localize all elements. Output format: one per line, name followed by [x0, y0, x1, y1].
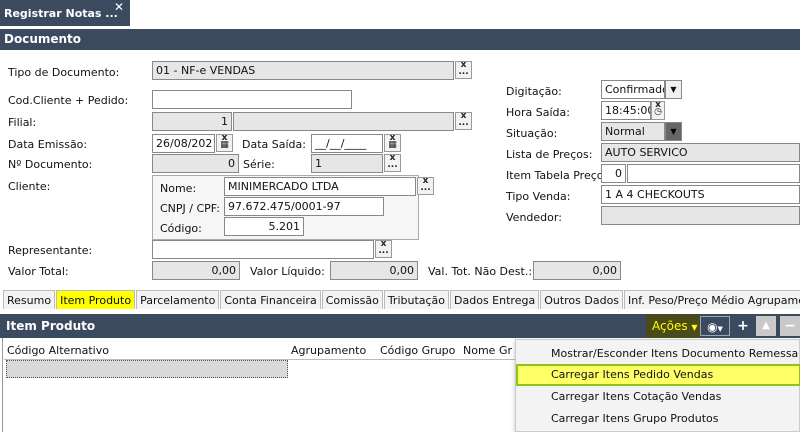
tab-dados-entrega[interactable]: Dados Entrega — [450, 290, 540, 309]
vendedor-label: Vendedor: — [506, 211, 562, 224]
representante-label: Representante: — [8, 244, 93, 257]
filial-name-field — [233, 112, 454, 131]
acoes-button[interactable]: Ações ▼ — [646, 314, 700, 338]
chevron-down-icon[interactable]: ▼ — [665, 80, 682, 99]
n-documento-field[interactable]: 0 — [152, 154, 239, 173]
serie-lookup-button[interactable]: x... — [384, 154, 401, 172]
cod-cliente-label: Cod.Cliente + Pedido: — [8, 94, 129, 107]
grid-border — [2, 338, 3, 432]
valor-total-field: 0,00 — [152, 261, 240, 280]
tipo-documento-label: Tipo de Documento: — [8, 66, 120, 79]
digitacao-label: Digitação: — [506, 85, 562, 98]
clock-icon: ◷ — [654, 107, 662, 117]
chevron-down-icon: ▼ — [717, 325, 723, 333]
hora-saida-input[interactable]: 18:45:00 — [601, 101, 651, 120]
codigo-label: Código: — [160, 222, 202, 235]
column-header[interactable]: Nome Gr — [463, 344, 513, 357]
cliente-label: Cliente: — [8, 180, 51, 193]
tipo-venda-field[interactable]: 1 A 4 CHECKOUTS — [601, 185, 800, 204]
nome-lookup-button[interactable]: x... — [417, 177, 434, 195]
nome-label: Nome: — [160, 182, 197, 195]
move-up-icon[interactable]: ▲ — [756, 316, 776, 336]
tab-item-produto[interactable]: Item Produto — [56, 290, 136, 309]
data-emissao-label: Data Emissão: — [8, 138, 88, 151]
view-options-button[interactable]: ◉▼ — [700, 316, 730, 336]
representante-input[interactable] — [152, 240, 374, 259]
eye-icon: ◉ — [707, 320, 718, 334]
item-tabela-desc — [627, 164, 800, 183]
calendar-icon: ▦ — [388, 140, 397, 150]
situacao-label: Situação: — [506, 127, 558, 140]
data-emissao-input[interactable]: 26/08/2021 — [152, 134, 215, 153]
tab-strip: Resumo Item Produto Parcelamento Conta F… — [3, 290, 800, 309]
calendar-button[interactable]: x ▦ — [384, 134, 401, 152]
tab-parcelamento[interactable]: Parcelamento — [136, 290, 220, 309]
data-saida-input[interactable]: __/__/____ — [311, 134, 383, 153]
cod-cliente-input[interactable] — [152, 90, 352, 109]
close-icon[interactable]: ✕ — [114, 0, 130, 14]
more-icon: ... — [378, 246, 389, 256]
valor-total-label: Valor Total: — [8, 265, 69, 278]
valor-liquido-field: 0,00 — [330, 261, 418, 280]
more-icon: ... — [458, 118, 469, 128]
cnpj-label: CNPJ / CPF: — [160, 202, 220, 215]
tipo-documento-field[interactable]: 01 - NF-e VENDAS — [152, 61, 454, 80]
calendar-button[interactable]: x ▦ — [216, 134, 233, 152]
menu-item-carregar-pedido[interactable]: Carregar Itens Pedido Vendas — [516, 364, 800, 386]
serie-label: Série: — [243, 158, 275, 171]
more-icon: ... — [387, 160, 398, 170]
representante-lookup-button[interactable]: x... — [375, 240, 392, 258]
tab-tributacao[interactable]: Tributação — [383, 290, 450, 309]
cnpj-input[interactable]: 97.672.475/0001-97 — [224, 197, 384, 216]
acoes-menu: Mostrar/Esconder Itens Documento Remessa… — [515, 339, 800, 432]
column-header[interactable]: Código Grupo — [380, 344, 455, 357]
window-tab[interactable]: Registrar Notas ... — [0, 0, 130, 26]
window-tab-title: Registrar Notas ... — [4, 7, 118, 20]
menu-item-carregar-grupo[interactable]: Carregar Itens Grupo Produtos — [516, 408, 800, 430]
section-header: Documento — [0, 29, 800, 50]
tab-comissao[interactable]: Comissão — [321, 290, 383, 309]
hora-saida-label: Hora Saída: — [506, 106, 570, 119]
tab-conta-financeira[interactable]: Conta Financeira — [220, 290, 321, 309]
filial-label: Filial: — [8, 116, 37, 129]
lista-precos-field[interactable]: AUTO SERVICO — [601, 143, 800, 162]
digitacao-select[interactable]: Confirmado — [601, 80, 665, 99]
lookup-button[interactable]: x... — [455, 61, 472, 79]
calendar-icon: ▦ — [220, 140, 229, 150]
tab-outros-dados[interactable]: Outros Dados — [540, 290, 624, 309]
nome-input[interactable]: MINIMERCADO LTDA — [224, 177, 416, 196]
column-header[interactable]: Agrupamento — [291, 344, 366, 357]
valor-nao-dest-field: 0,00 — [533, 261, 621, 280]
n-documento-label: Nº Documento: — [8, 158, 93, 171]
vendedor-field[interactable] — [601, 206, 800, 225]
column-header[interactable]: Código Alternativo — [7, 344, 109, 357]
valor-nao-dest-label: Val. Tot. Não Dest.: — [428, 265, 533, 278]
lista-precos-label: Lista de Preços: — [506, 148, 593, 161]
menu-item-carregar-cotacao[interactable]: Carregar Itens Cotação Vendas — [516, 386, 800, 408]
more-icon: ... — [458, 67, 469, 77]
tab-resumo[interactable]: Resumo — [3, 290, 56, 309]
acoes-label: Ações — [652, 319, 688, 333]
grid-header: Código Alternativo Agrupamento Código Gr… — [4, 340, 516, 359]
table-row[interactable] — [6, 360, 288, 378]
chevron-down-icon[interactable]: ▼ — [665, 122, 682, 141]
add-icon[interactable]: + — [733, 316, 753, 336]
serie-field[interactable]: 1 — [311, 154, 383, 173]
valor-liquido-label: Valor Líquido: — [250, 265, 325, 278]
filial-lookup-button[interactable]: x... — [455, 112, 472, 130]
data-saida-label: Data Saída: — [242, 138, 306, 151]
menu-item-mostrar-esconder[interactable]: Mostrar/Esconder Itens Documento Remessa — [516, 343, 800, 365]
tab-inf-peso[interactable]: Inf. Peso/Preço Médio Agrupamento — [624, 290, 800, 309]
time-spinner[interactable]: x ◷ — [651, 101, 665, 120]
remove-icon[interactable]: − — [780, 316, 800, 336]
more-icon: ... — [420, 183, 431, 193]
chevron-down-icon: ▼ — [691, 323, 698, 332]
tipo-venda-label: Tipo Venda: — [506, 190, 571, 203]
situacao-select[interactable]: Normal — [601, 122, 665, 141]
filial-field[interactable]: 1 — [152, 112, 232, 131]
codigo-input[interactable]: 5.201 — [224, 217, 304, 236]
item-tabela-input[interactable]: 0 — [601, 164, 626, 183]
item-tabela-label: Item Tabela Preço: — [506, 169, 608, 182]
